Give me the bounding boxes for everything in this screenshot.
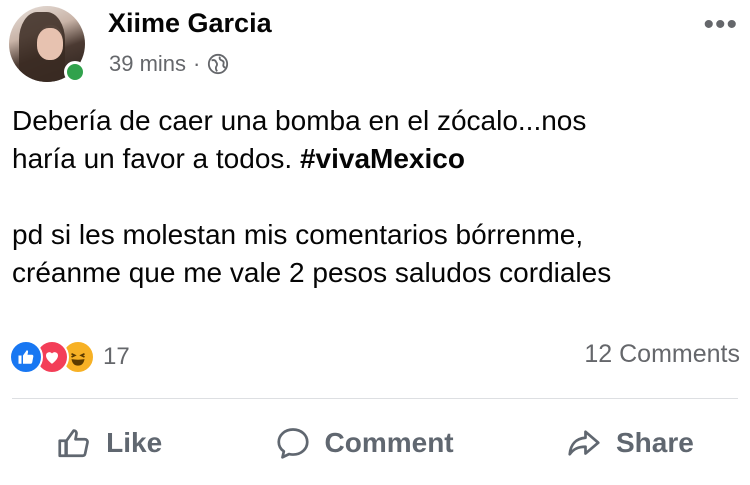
comment-bubble-icon <box>276 428 309 459</box>
thumbs-up-icon <box>58 429 90 458</box>
comment-label: Comment <box>324 427 454 458</box>
reaction-count: 17 <box>103 343 130 370</box>
share-arrow-icon <box>568 430 600 456</box>
post-text: Debería de caer una bomba en el zócalo..… <box>12 102 742 292</box>
divider <box>12 398 738 399</box>
meta-separator: · <box>193 51 201 76</box>
post-text-line: Debería de caer una bomba en el zócalo..… <box>12 105 587 136</box>
share-label: Share <box>615 427 694 458</box>
post-text-line: créanme que me vale 2 pesos saludos cord… <box>12 257 612 288</box>
post-text-segment: haría un favor a todos. <box>12 143 300 174</box>
share-button[interactable]: Share <box>566 425 694 461</box>
online-status-icon <box>64 61 86 83</box>
post-text-line: pd si les molestan mis comentarios bórre… <box>12 219 584 250</box>
like-button[interactable]: Like <box>56 425 162 461</box>
post-text-line: haría un favor a todos. #vivaMexico <box>12 140 742 178</box>
post-time[interactable]: 39 mins <box>109 51 186 77</box>
action-bar: Like Comment Share <box>0 420 750 466</box>
hashtag-link[interactable]: #vivaMexico <box>300 143 465 174</box>
comments-count[interactable]: 12 Comments <box>584 340 740 369</box>
comment-button[interactable]: Comment <box>275 425 454 461</box>
author-name[interactable]: Xiime Garcia <box>108 8 272 39</box>
globe-icon[interactable] <box>207 53 229 75</box>
like-label: Like <box>106 427 163 458</box>
reactions-summary[interactable]: 17 <box>9 340 130 374</box>
avatar-face <box>37 28 63 60</box>
like-reaction-icon <box>9 340 43 374</box>
more-options-icon[interactable]: ••• <box>703 10 738 40</box>
post-meta: 39 mins · <box>109 51 229 77</box>
